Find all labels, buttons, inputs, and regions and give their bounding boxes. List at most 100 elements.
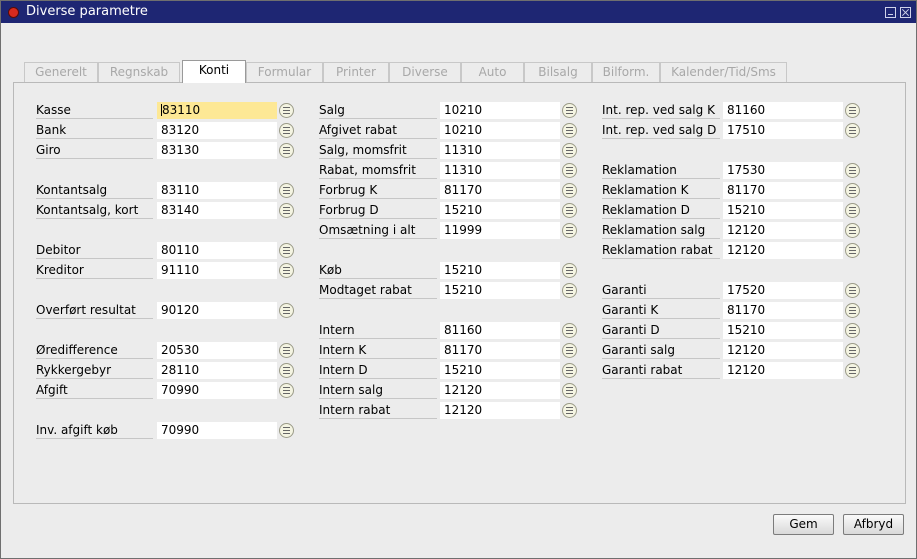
forbrug-k-account-field[interactable]: 81170 [440,182,560,199]
garanti-salg-account-field[interactable]: 12120 [723,342,843,359]
reklamation-salg-account-field[interactable]: 12120 [723,222,843,239]
window-menu-icon[interactable] [8,7,19,18]
lookup-list-icon[interactable] [845,323,860,338]
lookup-list-icon[interactable] [845,243,860,258]
lookup-list-icon[interactable] [562,263,577,278]
lookup-list-icon[interactable] [279,203,294,218]
lookup-list-icon[interactable] [279,183,294,198]
forbrug-d-account-field[interactable]: 15210 [440,202,560,219]
reklamation-account-field[interactable]: 17530 [723,162,843,179]
lookup-list-icon[interactable] [279,363,294,378]
tab-generelt[interactable]: Generelt [24,62,98,82]
lookup-list-icon[interactable] [845,343,860,358]
cancel-button[interactable]: Afbryd [843,514,904,535]
tab-bilsalg[interactable]: Bilsalg [524,62,592,82]
garanti-d-label: Garanti D [602,322,720,339]
lookup-list-icon[interactable] [562,203,577,218]
kasse-account-field[interactable]: 83110 [157,102,277,119]
minimize-icon[interactable] [885,7,896,18]
omsaetning-i-alt-account-field[interactable]: 11999 [440,222,560,239]
intern-salg-account-field[interactable]: 12120 [440,382,560,399]
lookup-list-icon[interactable] [562,383,577,398]
rabat-momsfrit-account-field[interactable]: 11310 [440,162,560,179]
intern-d-account-field[interactable]: 15210 [440,362,560,379]
lookup-list-icon[interactable] [279,383,294,398]
kasse-account-value: 83110 [162,103,201,117]
lookup-list-icon[interactable] [279,263,294,278]
lookup-list-icon[interactable] [279,243,294,258]
giro-account-field[interactable]: 83130 [157,142,277,159]
garanti-account-field[interactable]: 17520 [723,282,843,299]
tab-kalender-tid-sms[interactable]: Kalender/Tid/Sms [660,62,787,82]
lookup-list-icon[interactable] [279,423,294,438]
modtaget-rabat-account-field[interactable]: 15210 [440,282,560,299]
giro-label: Giro [36,142,153,159]
lookup-list-icon[interactable] [562,403,577,418]
salg-account-field[interactable]: 10210 [440,102,560,119]
int-rep-ved-salg-k-account-field[interactable]: 81160 [723,102,843,119]
lookup-list-icon[interactable] [562,343,577,358]
lookup-list-icon[interactable] [562,183,577,198]
lookup-list-icon[interactable] [845,363,860,378]
reklamation-k-account-field[interactable]: 81170 [723,182,843,199]
bank-account-field[interactable]: 83120 [157,122,277,139]
overfoert-resultat-account-field[interactable]: 90120 [157,302,277,319]
lookup-list-icon[interactable] [845,103,860,118]
lookup-list-icon[interactable] [845,283,860,298]
intern-rabat-account-field[interactable]: 12120 [440,402,560,419]
lookup-list-icon[interactable] [845,183,860,198]
debitor-account-field[interactable]: 80110 [157,242,277,259]
tab-auto[interactable]: Auto [461,62,524,82]
lookup-list-icon[interactable] [562,363,577,378]
lookup-list-icon[interactable] [562,223,577,238]
close-icon[interactable] [900,7,911,18]
garanti-rabat-account-field[interactable]: 12120 [723,362,843,379]
lookup-list-icon[interactable] [279,103,294,118]
intern-k-account-field[interactable]: 81170 [440,342,560,359]
intern-account-field[interactable]: 81160 [440,322,560,339]
reklamation-d-account-field[interactable]: 15210 [723,202,843,219]
lookup-list-icon[interactable] [279,343,294,358]
afgift-account-field[interactable]: 70990 [157,382,277,399]
lookup-list-icon[interactable] [845,163,860,178]
lookup-list-icon[interactable] [279,123,294,138]
tab-konti[interactable]: Konti [182,60,246,83]
garanti-k-account-field[interactable]: 81170 [723,302,843,319]
tab-printer[interactable]: Printer [323,62,389,82]
int-rep-ved-salg-d-account-field[interactable]: 17510 [723,122,843,139]
lookup-list-icon[interactable] [562,123,577,138]
title-bar[interactable]: Diverse parametre [1,1,916,23]
reklamation-rabat-account-field[interactable]: 12120 [723,242,843,259]
kasse-label: Kasse [36,102,153,119]
lookup-list-icon[interactable] [845,123,860,138]
tab-diverse[interactable]: Diverse [389,62,461,82]
koeb-account-field[interactable]: 15210 [440,262,560,279]
lookup-list-icon[interactable] [562,163,577,178]
tab-formular[interactable]: Formular [246,62,323,82]
overfoert-resultat-label: Overført resultat [36,302,153,319]
kontantsalg-kort-account-field[interactable]: 83140 [157,202,277,219]
lookup-list-icon[interactable] [562,323,577,338]
save-button[interactable]: Gem [773,514,834,535]
salg-momsfrit-account-field[interactable]: 11310 [440,142,560,159]
intern-label: Intern [319,322,437,339]
lookup-list-icon[interactable] [845,203,860,218]
lookup-list-icon[interactable] [562,103,577,118]
oeredifference-account-field[interactable]: 20530 [157,342,277,359]
garanti-d-account-field[interactable]: 15210 [723,322,843,339]
lookup-list-icon[interactable] [845,303,860,318]
garanti-k-label: Garanti K [602,302,720,319]
lookup-list-icon[interactable] [279,143,294,158]
inv-afgift-koeb-account-field[interactable]: 70990 [157,422,277,439]
lookup-list-icon[interactable] [562,143,577,158]
kreditor-account-field[interactable]: 91110 [157,262,277,279]
lookup-list-icon[interactable] [279,303,294,318]
kontantsalg-account-field[interactable]: 83110 [157,182,277,199]
rykkergebyr-account-field[interactable]: 28110 [157,362,277,379]
tab-bilform[interactable]: Bilform. [592,62,660,82]
afgivet-rabat-account-field[interactable]: 10210 [440,122,560,139]
lookup-list-icon[interactable] [562,283,577,298]
lookup-list-icon[interactable] [845,223,860,238]
tab-regnskab[interactable]: Regnskab [98,62,180,82]
bank-label: Bank [36,122,153,139]
